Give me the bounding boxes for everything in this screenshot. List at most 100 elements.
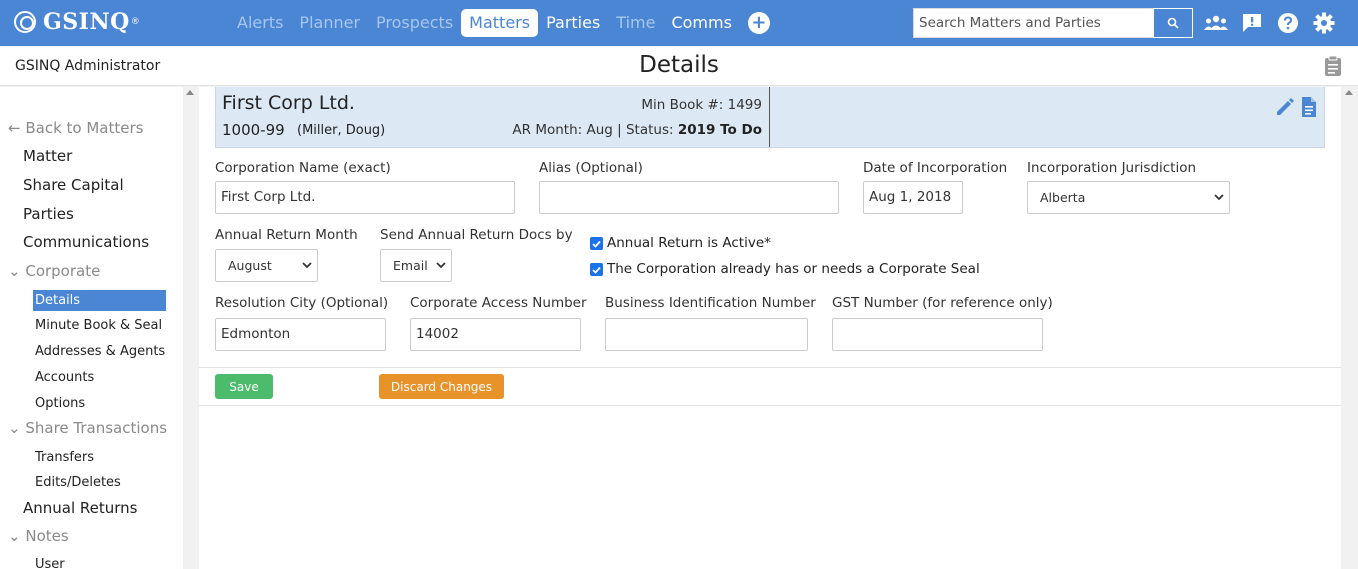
- can-label: Corporate Access Number: [410, 295, 587, 311]
- logo-registered-mark: ®: [130, 17, 140, 27]
- main-nav: Alerts Planner Prospects Matters Parties…: [229, 9, 770, 37]
- sidebar-item-addresses[interactable]: Addresses & Agents: [35, 344, 165, 359]
- sidebar-group-corporate-label: Corporate: [25, 262, 101, 280]
- search-bar: [913, 8, 1193, 38]
- content-scroll-up-icon[interactable]: [1345, 90, 1353, 95]
- chevron-down-icon: ⌄: [8, 527, 26, 545]
- send-docs-value: Email: [393, 258, 428, 273]
- discard-changes-button[interactable]: Discard Changes: [379, 374, 504, 399]
- divider-bottom: [199, 405, 1341, 406]
- sidebar-item-accounts[interactable]: Accounts: [35, 370, 94, 385]
- checkmark-icon: [592, 240, 601, 248]
- sidebar-item-details[interactable]: Details: [33, 290, 166, 311]
- nav-matters[interactable]: Matters: [461, 9, 539, 37]
- card-divider: [769, 87, 770, 147]
- alias-label: Alias (Optional): [539, 160, 643, 176]
- divider-top: [199, 367, 1341, 368]
- res-city-input[interactable]: Edmonton: [215, 318, 386, 351]
- corporate-seal-checkbox[interactable]: [590, 263, 603, 276]
- gst-label: GST Number (for reference only): [832, 295, 1053, 311]
- checkmark-icon: [592, 266, 601, 274]
- gst-input[interactable]: [832, 318, 1043, 351]
- back-to-matters-link[interactable]: ← Back to Matters: [8, 119, 143, 137]
- search-input[interactable]: [913, 8, 1153, 38]
- ar-active-label: Annual Return is Active*: [607, 235, 771, 251]
- chevron-down-icon: [436, 262, 446, 269]
- corporation-title: First Corp Ltd.: [222, 92, 355, 114]
- sidebar-group-notes-label: Notes: [25, 527, 69, 545]
- ar-active-checkbox[interactable]: [590, 237, 603, 250]
- nav-parties[interactable]: Parties: [538, 9, 608, 37]
- document-icon[interactable]: [1300, 96, 1318, 122]
- ar-month-prefix: AR Month: Aug | Status:: [512, 122, 678, 138]
- chevron-down-icon: ⌄: [8, 419, 26, 437]
- nav-planner[interactable]: Planner: [291, 9, 368, 37]
- logo-text: GSINQ: [43, 9, 130, 35]
- sidebar-item-transfers[interactable]: Transfers: [35, 450, 94, 465]
- sidebar-item-matter[interactable]: Matter: [23, 147, 72, 165]
- can-input[interactable]: 14002: [410, 318, 581, 351]
- subheader: GSINQ Administrator Details: [0, 46, 1358, 86]
- top-navbar: GSINQ ® Alerts Planner Prospects Matters…: [0, 0, 1358, 46]
- edit-pencil-icon[interactable]: [1274, 96, 1296, 122]
- settings-gear-icon[interactable]: [1311, 10, 1337, 36]
- bin-label: Business Identification Number: [605, 295, 816, 311]
- alias-input[interactable]: [539, 181, 839, 214]
- sidebar-group-notes[interactable]: ⌄ Notes: [8, 527, 69, 545]
- matter-number: 1000-99: [222, 121, 285, 139]
- chevron-down-icon: [1214, 194, 1224, 201]
- users-icon[interactable]: [1203, 10, 1229, 36]
- clipboard-icon[interactable]: [1324, 55, 1342, 81]
- page-title: Details: [639, 52, 719, 78]
- back-to-matters-label: Back to Matters: [25, 119, 144, 137]
- sidebar-item-user[interactable]: User: [35, 557, 65, 569]
- jurisdiction-select[interactable]: Alberta: [1027, 181, 1230, 214]
- arrow-left-icon: ←: [8, 119, 26, 137]
- sidebar-item-annual-returns[interactable]: Annual Returns: [23, 499, 138, 517]
- sidebar-group-share-transactions-label: Share Transactions: [25, 419, 168, 437]
- matter-info-card: First Corp Ltd. 1000-99 (Miller, Doug) M…: [215, 87, 1325, 148]
- bin-input[interactable]: [605, 318, 808, 351]
- sidebar-scroll-up-icon[interactable]: [186, 90, 194, 95]
- ar-month-label: Annual Return Month: [215, 227, 358, 243]
- feedback-icon[interactable]: [1239, 10, 1265, 36]
- corporate-seal-label: The Corporation already has or needs a C…: [607, 261, 980, 277]
- gsinq-logo[interactable]: GSINQ ®: [14, 9, 140, 35]
- nav-time[interactable]: Time: [608, 9, 663, 37]
- status-value: 2019 To Do: [677, 122, 762, 138]
- send-docs-label: Send Annual Return Docs by: [380, 227, 573, 243]
- sidebar-item-communications[interactable]: Communications: [23, 233, 149, 251]
- sidebar-item-minute-book[interactable]: Minute Book & Seal: [35, 318, 162, 333]
- sidebar-item-parties[interactable]: Parties: [23, 205, 74, 223]
- corp-name-input[interactable]: First Corp Ltd.: [215, 181, 515, 214]
- jurisdiction-value: Alberta: [1040, 190, 1086, 205]
- min-book-number: Min Book #: 1499: [641, 97, 762, 113]
- send-docs-select[interactable]: Email: [380, 249, 452, 282]
- res-city-label: Resolution City (Optional): [215, 295, 389, 311]
- ar-month-status: AR Month: Aug | Status: 2019 To Do: [512, 122, 762, 138]
- new-message-icon[interactable]: +: [747, 12, 770, 34]
- sidebar-item-share-capital[interactable]: Share Capital: [23, 176, 124, 194]
- logo-icon: [14, 11, 36, 33]
- doi-label: Date of Incorporation: [863, 160, 1008, 176]
- card-actions: [1274, 96, 1318, 122]
- sidebar-group-share-transactions[interactable]: ⌄ Share Transactions: [8, 419, 167, 437]
- nav-comms[interactable]: Comms: [663, 9, 739, 37]
- nav-alerts[interactable]: Alerts: [229, 9, 291, 37]
- search-button[interactable]: [1153, 8, 1193, 38]
- jurisdiction-label: Incorporation Jurisdiction: [1027, 160, 1197, 176]
- ar-month-select[interactable]: August: [215, 249, 318, 282]
- top-icons: [1203, 10, 1337, 36]
- client-name: (Miller, Doug): [297, 123, 386, 138]
- sidebar-group-corporate[interactable]: ⌄ Corporate: [8, 262, 100, 280]
- ar-month-value: August: [228, 258, 272, 273]
- sidebar-item-edits-deletes[interactable]: Edits/Deletes: [35, 475, 121, 490]
- save-button[interactable]: Save: [215, 374, 273, 399]
- search-icon: [1167, 17, 1179, 29]
- nav-prospects[interactable]: Prospects: [368, 9, 461, 37]
- help-icon[interactable]: [1275, 10, 1301, 36]
- doi-input[interactable]: Aug 1, 2018: [863, 181, 963, 214]
- sidebar-item-options[interactable]: Options: [35, 396, 85, 411]
- corp-name-label: Corporation Name (exact): [215, 160, 391, 176]
- chevron-down-icon: [302, 262, 312, 269]
